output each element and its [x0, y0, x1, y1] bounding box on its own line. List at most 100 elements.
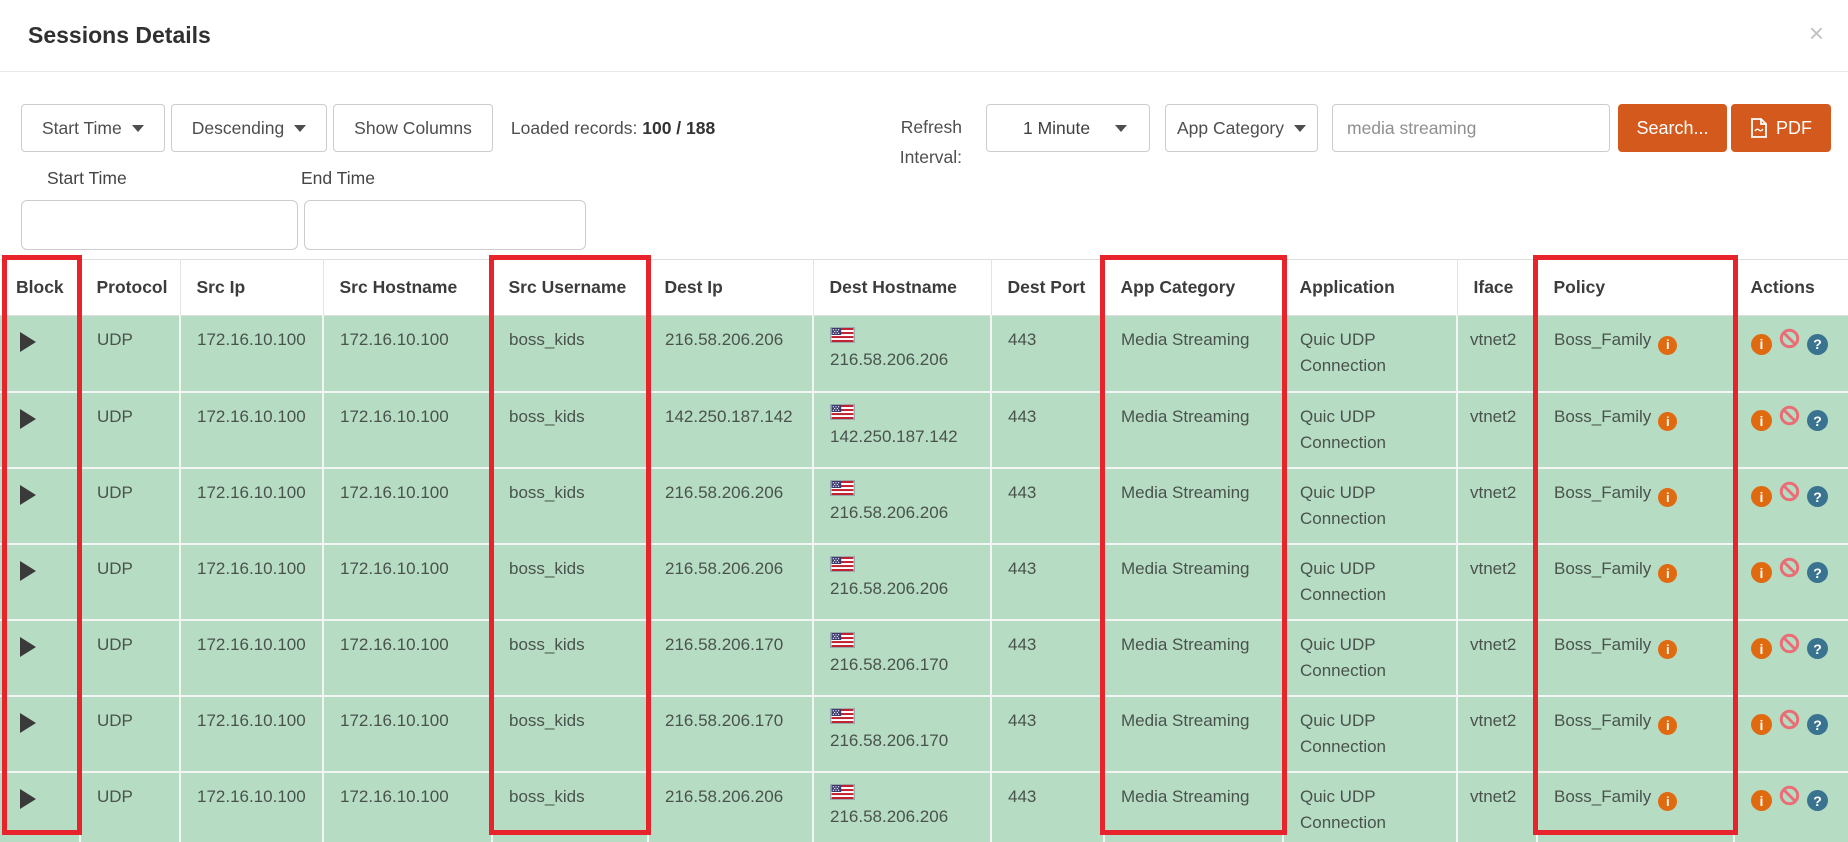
app-category-cell: Media Streaming — [1104, 391, 1284, 469]
iface-cell: vtnet2 — [1457, 619, 1538, 697]
column-header-protocol: Protocol — [80, 259, 181, 316]
sort-order-button[interactable]: Descending — [170, 104, 328, 152]
policy-name: Boss_Family — [1554, 786, 1652, 806]
policy-cell: Boss_Family i — [1537, 315, 1735, 393]
block-session-icon[interactable] — [1779, 405, 1800, 426]
policy-name: Boss_Family — [1554, 558, 1652, 578]
play-block-icon[interactable] — [20, 484, 36, 505]
play-block-icon[interactable] — [20, 408, 36, 429]
dest-hostname-cell: 216.58.206.206 — [813, 315, 992, 393]
policy-info-icon[interactable]: i — [1658, 335, 1678, 355]
loaded-records-status: Loaded records: 100 / 188 — [511, 118, 715, 139]
src-username-cell: boss_kids — [492, 771, 649, 842]
block-cell — [0, 467, 81, 545]
actions-cell: i? — [1734, 619, 1848, 697]
help-icon[interactable]: ? — [1807, 714, 1828, 735]
sort-field-button[interactable]: Start Time — [21, 104, 165, 152]
filter-field-button[interactable]: App Category — [1165, 104, 1318, 152]
src-username-cell: boss_kids — [492, 315, 649, 393]
dest-ip-cell: 216.58.206.206 — [648, 771, 814, 842]
end-time-input[interactable] — [304, 200, 586, 250]
policy-info-icon[interactable]: i — [1658, 640, 1678, 659]
policy-name: Boss_Family — [1554, 710, 1652, 730]
column-header-block: Block — [0, 259, 81, 316]
filter-field-label: App Category — [1177, 117, 1285, 138]
session-info-icon[interactable]: i — [1751, 410, 1772, 431]
search-input[interactable] — [1332, 104, 1610, 152]
block-session-icon[interactable] — [1779, 633, 1800, 654]
sessions-table-body: UDP 172.16.10.100 172.16.10.100 boss_kid… — [0, 315, 1848, 842]
dest-ip-cell: 142.250.187.142 — [648, 391, 814, 469]
help-icon[interactable]: ? — [1807, 562, 1828, 583]
session-info-icon[interactable]: i — [1751, 790, 1772, 811]
session-info-icon[interactable]: i — [1751, 562, 1772, 583]
policy-info-icon[interactable]: i — [1658, 716, 1678, 735]
block-session-icon[interactable] — [1779, 328, 1800, 349]
chevron-down-icon — [1115, 125, 1127, 132]
protocol-cell: UDP — [80, 391, 181, 469]
iface-cell: vtnet2 — [1457, 315, 1538, 393]
search-button[interactable]: Search... — [1618, 104, 1727, 152]
refresh-interval-select[interactable]: 1 Minute — [986, 104, 1150, 152]
actions-cell: i? — [1734, 543, 1848, 621]
start-time-input[interactable] — [21, 200, 298, 250]
policy-info-icon[interactable]: i — [1658, 488, 1678, 507]
us-flag-icon — [830, 403, 855, 420]
help-icon[interactable]: ? — [1807, 410, 1828, 431]
play-block-icon[interactable] — [20, 788, 36, 809]
loaded-records-label: Loaded records: — [510, 117, 638, 138]
block-cell — [0, 695, 81, 773]
app-category-cell: Media Streaming — [1104, 695, 1284, 773]
column-header-dest-ip: Dest Ip — [648, 259, 814, 316]
protocol-cell: UDP — [80, 315, 181, 393]
session-info-icon[interactable]: i — [1751, 714, 1772, 735]
block-session-icon[interactable] — [1779, 481, 1800, 502]
help-icon[interactable]: ? — [1807, 638, 1828, 659]
close-icon[interactable]: × — [1809, 20, 1824, 46]
src-username-cell: boss_kids — [492, 543, 649, 621]
src-ip-cell: 172.16.10.100 — [180, 771, 324, 842]
help-icon[interactable]: ? — [1807, 486, 1828, 507]
dest-port-cell: 443 — [991, 619, 1105, 697]
block-session-icon[interactable] — [1779, 785, 1800, 806]
table-header: Block Protocol Src Ip Src Hostname Src U… — [0, 259, 1848, 316]
policy-info-icon[interactable]: i — [1658, 792, 1678, 811]
show-columns-button[interactable]: Show Columns — [333, 104, 493, 152]
loaded-records-value: 100 / 188 — [642, 117, 716, 138]
play-block-icon[interactable] — [20, 712, 36, 733]
policy-info-icon[interactable]: i — [1658, 564, 1678, 583]
src-ip-cell: 172.16.10.100 — [180, 391, 324, 469]
src-ip-cell: 172.16.10.100 — [180, 619, 324, 697]
us-flag-icon — [830, 479, 855, 496]
block-cell — [0, 771, 81, 842]
dest-port-cell: 443 — [991, 391, 1105, 469]
iface-cell: vtnet2 — [1457, 771, 1538, 842]
refresh-interval-value: 1 Minute — [1023, 117, 1091, 138]
block-cell — [0, 543, 81, 621]
app-category-cell: Media Streaming — [1104, 543, 1284, 621]
session-info-icon[interactable]: i — [1751, 638, 1772, 659]
help-icon[interactable]: ? — [1807, 790, 1828, 811]
pdf-button[interactable]: PDF — [1731, 104, 1831, 152]
session-info-icon[interactable]: i — [1751, 486, 1772, 507]
dest-hostname-text: 216.58.206.206 — [830, 578, 949, 598]
table-row: UDP 172.16.10.100 172.16.10.100 boss_kid… — [0, 771, 1848, 842]
block-session-icon[interactable] — [1779, 557, 1800, 578]
help-icon[interactable]: ? — [1807, 333, 1828, 355]
column-header-src-username: Src Username — [492, 259, 649, 316]
play-block-icon[interactable] — [20, 636, 36, 657]
table-row: UDP 172.16.10.100 172.16.10.100 boss_kid… — [0, 315, 1848, 393]
block-session-icon[interactable] — [1779, 709, 1800, 730]
app-category-cell: Media Streaming — [1104, 771, 1284, 842]
dest-port-cell: 443 — [991, 543, 1105, 621]
iface-cell: vtnet2 — [1457, 543, 1538, 621]
play-block-icon[interactable] — [20, 560, 36, 581]
protocol-cell: UDP — [80, 543, 181, 621]
policy-name: Boss_Family — [1554, 330, 1652, 349]
policy-info-icon[interactable]: i — [1658, 412, 1678, 431]
policy-cell: Boss_Family i — [1537, 771, 1735, 842]
session-info-icon[interactable]: i — [1751, 333, 1772, 355]
dest-ip-cell: 216.58.206.206 — [648, 467, 814, 545]
dest-ip-cell: 216.58.206.170 — [648, 619, 814, 697]
play-block-icon[interactable] — [20, 332, 36, 352]
